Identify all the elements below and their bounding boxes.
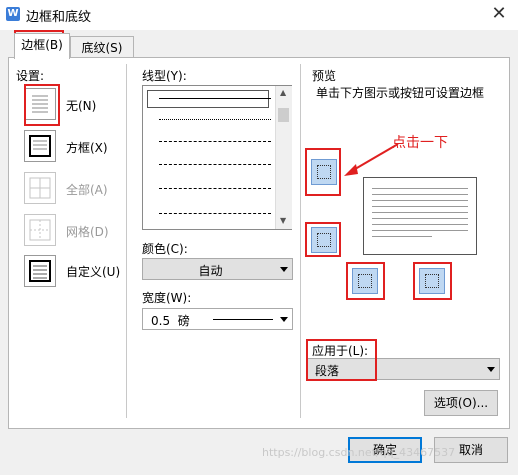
- title-bar: W 边框和底纹 ✕: [0, 0, 518, 30]
- preview-text-line: [372, 200, 468, 201]
- line-style-dash-dot-dot[interactable]: [159, 213, 271, 214]
- app-w-icon: W: [6, 7, 20, 21]
- preview-text-line: [372, 212, 468, 213]
- border-left-icon[interactable]: [352, 268, 378, 294]
- apply-to-label: 应用于(L):: [312, 344, 369, 358]
- preview-text-line: [372, 224, 468, 225]
- chevron-down-icon: [280, 267, 288, 272]
- watermark: https://blog.csdn.net/qq_43467537: [262, 446, 456, 459]
- line-style-scrollbar[interactable]: ▲ ▼: [275, 86, 292, 229]
- scroll-up-icon[interactable]: ▲: [280, 88, 286, 97]
- preview-text-line: [372, 236, 432, 237]
- setting-custom-label[interactable]: 自定义(U): [66, 263, 120, 280]
- color-label: 颜色(C):: [142, 242, 188, 256]
- setting-label: 设置:: [16, 69, 45, 83]
- annotation-arrow: [344, 143, 399, 176]
- setting-none-label[interactable]: 无(N): [66, 97, 96, 114]
- options-button[interactable]: 选项(O)...: [424, 390, 498, 416]
- preview-text-line: [372, 230, 468, 231]
- setting-custom-icon[interactable]: [24, 255, 56, 287]
- line-style-selection: [147, 90, 269, 108]
- preview-page[interactable]: [363, 177, 477, 255]
- preview-text-line: [372, 188, 468, 189]
- preview-text-line: [372, 194, 468, 195]
- preview-text-line: [372, 206, 468, 207]
- line-style-solid[interactable]: [159, 98, 271, 99]
- setting-grid-icon: [24, 214, 56, 246]
- divider: [126, 64, 127, 418]
- setting-all-icon: [24, 172, 56, 204]
- width-line-sample: [213, 319, 273, 320]
- line-style-dash-dot[interactable]: [159, 188, 271, 189]
- width-value: 0.5 磅: [151, 314, 190, 328]
- setting-box-label[interactable]: 方框(X): [66, 139, 108, 156]
- color-value: 自动: [198, 264, 223, 278]
- line-style-list[interactable]: [142, 85, 292, 230]
- divider: [300, 64, 301, 418]
- preview-label: 预览: [312, 69, 337, 83]
- tab-border[interactable]: 边框(B): [14, 33, 70, 59]
- width-label: 宽度(W):: [142, 291, 192, 305]
- setting-all-label: 全部(A): [66, 183, 108, 197]
- width-select[interactable]: 0.5 磅: [142, 308, 293, 330]
- scroll-thumb[interactable]: [278, 108, 289, 122]
- preview-text-line: [372, 218, 468, 219]
- apply-to-value: 段落: [315, 364, 340, 378]
- tab-shading[interactable]: 底纹(S): [70, 36, 134, 59]
- setting-box-icon[interactable]: [24, 130, 56, 162]
- color-select[interactable]: 自动: [142, 258, 293, 280]
- setting-grid-label: 网格(D): [66, 225, 109, 239]
- window-title: 边框和底纹: [26, 10, 92, 25]
- setting-none-icon[interactable]: [24, 88, 56, 120]
- border-right-icon[interactable]: [419, 268, 445, 294]
- line-style-dashed[interactable]: [159, 141, 271, 142]
- line-style-label: 线型(Y):: [142, 69, 187, 83]
- border-bottom-icon[interactable]: [311, 227, 337, 253]
- scroll-down-icon[interactable]: ▼: [280, 216, 286, 225]
- apply-to-select[interactable]: 段落: [306, 358, 500, 380]
- preview-hint: 单击下方图示或按钮可设置边框: [316, 86, 485, 100]
- chevron-down-icon: [487, 367, 495, 372]
- chevron-down-icon: [280, 317, 288, 322]
- line-style-long-dash[interactable]: [159, 164, 271, 165]
- border-top-icon[interactable]: [311, 159, 337, 185]
- close-icon[interactable]: ✕: [486, 2, 512, 26]
- line-style-dotted[interactable]: [159, 119, 271, 120]
